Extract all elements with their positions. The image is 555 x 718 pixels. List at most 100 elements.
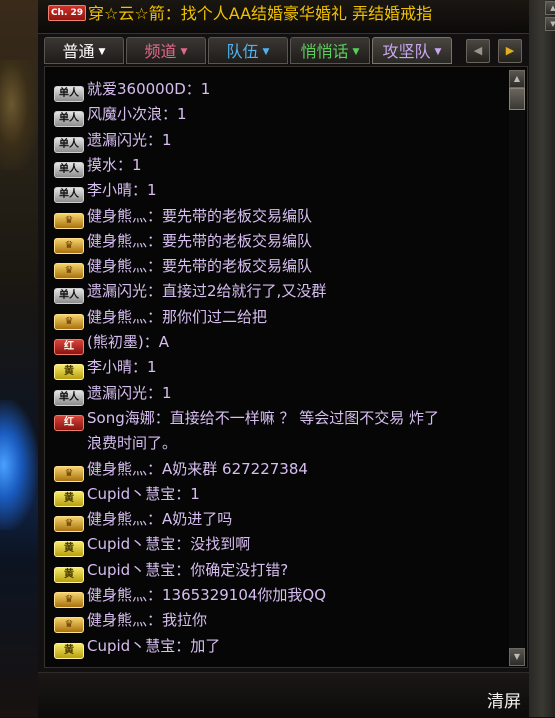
chat-message-text: 健身熊灬：我拉你 (87, 611, 208, 630)
chat-message-text: 健身熊灬：要先带的老板交易编队 (87, 231, 313, 250)
crown-icon: ♛ (54, 237, 84, 254)
chat-message: ♛ 健身熊灬：那你们过二给把 (54, 305, 267, 330)
tab-label: 队伍 (226, 42, 259, 61)
chat-message: 单人 遗漏闪光：1 (54, 128, 172, 153)
chat-message: 单人 遗漏闪光：直接过2给就行了,又没群 (54, 279, 327, 305)
chat-message-text: 健身熊灬：A奶来群 627227384 (87, 459, 308, 478)
chevron-down-icon: ▼ (98, 47, 106, 57)
chat-message: 黄 Cupid丶慧宝：1 (54, 482, 200, 507)
chat-message-text: Cupid丶慧宝：加了 (87, 636, 221, 655)
chat-message-text: 健身熊灬：A奶进了吗 (87, 510, 233, 529)
chat-message-text: 摸水：1 (87, 155, 142, 174)
chat-message: 浪费时间了。 (87, 431, 177, 455)
tab-normal[interactable]: 普通 ▼ (44, 37, 124, 64)
single-tag-badge: 单人 (54, 161, 84, 178)
chat-message-text: 浪费时间了。 (87, 434, 178, 453)
chat-message: 红 Song海娜：直接给不一样嘛 ？ 等会过图不交易 炸了 (54, 406, 439, 431)
chat-message-text: 遗漏闪光：1 (87, 130, 172, 149)
chat-message: 单人 风魔小次浪：1 (54, 102, 187, 128)
chat-footer: 清屏 (38, 672, 529, 718)
scroll-up-icon[interactable]: ▲ (509, 70, 525, 88)
tab-channel[interactable]: 频道 ▼ (126, 37, 206, 64)
crown-icon: ♛ (54, 313, 84, 330)
chat-message-text: 李小晴：1 (87, 358, 157, 377)
crown-icon: ♛ (54, 592, 84, 608)
game-scene-left-edge (0, 0, 38, 717)
crown-icon: ♛ (54, 212, 84, 229)
chat-log[interactable]: 单人 就爱360000D：1 单人 风魔小次浪：1 单人 遗漏闪光：1 单人 摸水：1 单人 李小… (44, 66, 528, 668)
chat-message: ♛ 健身熊灬：要先带的老板交易编队 (54, 254, 313, 280)
broadcast-bar: Ch. 29 穿☆云☆箭：找个人AA结婚豪华婚礼 弄结婚戒指 ▲ ▼ (38, 0, 555, 34)
chevron-down-icon: ▼ (434, 47, 442, 57)
crown-icon: ♛ (54, 465, 84, 482)
chat-message: 黄 Cupid丶慧宝：没找到啊 (54, 532, 251, 558)
chat-message-text: 健身熊灬：要先带的老板交易编队 (87, 257, 313, 276)
chat-message: 黄 Cupid丶慧宝：加了 (54, 634, 220, 659)
chat-message: ♛ 健身熊灬：A奶来群 627227384 (54, 457, 308, 482)
scroll-up-icon[interactable]: ▲ (545, 1, 555, 15)
chevron-down-icon: ▼ (352, 47, 360, 57)
tab-raid[interactable]: 攻坚队 ▼ (372, 37, 452, 64)
chevron-down-icon: ▼ (262, 47, 270, 57)
tab-label: 普通 (62, 42, 95, 61)
scroll-down-icon[interactable]: ▼ (545, 17, 555, 31)
chat-message: ♛ 健身熊灬：要先带的老板交易编队 (54, 229, 312, 254)
tab-label: 悄悄话 (300, 42, 349, 61)
chat-message: ♛ 健身熊灬：A奶进了吗 (54, 507, 233, 533)
scroll-thumb[interactable] (509, 88, 525, 110)
chat-message-text: (熊初墨)：A (87, 333, 169, 351)
chat-message-text: Song海娜：直接给不一样嘛 ？ 等会过图不交易 炸了 (87, 408, 440, 427)
hong-tag-badge: 红 (54, 414, 84, 431)
chat-message: 红 (熊初墨)：A (54, 330, 169, 355)
tab-party[interactable]: 队伍 ▼ (208, 37, 288, 64)
chat-message-text: 就爱360000D：1 (87, 80, 211, 98)
chat-message-text: 健身熊灬：那你们过二给把 (87, 307, 268, 326)
chat-message-text: 遗漏闪光：1 (87, 383, 172, 402)
chat-scrollbar[interactable]: ▲ ▼ (509, 68, 525, 666)
tab-label: 频道 (144, 42, 177, 61)
crown-icon: ♛ (54, 516, 84, 533)
tab-scroll-left-icon[interactable]: ◀ (466, 39, 490, 63)
tab-whisper[interactable]: 悄悄话 ▼ (290, 37, 370, 64)
chat-message-text: Cupid丶慧宝：你确定没打错? (87, 560, 289, 579)
chat-message: 单人 李小晴：1 (54, 178, 157, 204)
broadcast-message: 穿☆云☆箭：找个人AA结婚豪华婚礼 弄结婚戒指 (88, 4, 433, 23)
huang-tag-badge: 黄 (54, 566, 84, 583)
chat-message: ♛ 健身熊灬：我拉你 (54, 608, 208, 634)
chat-message: 单人 摸水：1 (54, 153, 142, 178)
hong-tag-badge: 红 (54, 339, 84, 355)
single-tag-badge: 单人 (54, 86, 84, 102)
single-tag-badge: 单人 (54, 136, 84, 153)
channel-badge: Ch. 29 (48, 5, 86, 21)
scroll-down-icon[interactable]: ▼ (509, 648, 525, 666)
chat-message: 单人 就爱360000D：1 (54, 77, 210, 102)
single-tag-badge: 单人 (54, 187, 84, 204)
crown-icon: ♛ (54, 263, 84, 280)
blue-portal-glow (0, 400, 38, 530)
clear-screen-button[interactable]: 清屏 (487, 687, 521, 712)
huang-tag-badge: 黄 (54, 642, 84, 659)
chat-message: 黄 Cupid丶慧宝：你确定没打错? (54, 558, 288, 583)
tab-label: 攻坚队 (382, 42, 431, 61)
chat-message-text: 遗漏闪光：直接过2给就行了,又没群 (87, 282, 327, 301)
single-tag-badge: 单人 (54, 111, 84, 128)
chat-message: 单人 遗漏闪光：1 (54, 381, 172, 406)
chat-message-text: Cupid丶慧宝：1 (87, 484, 200, 503)
huang-tag-badge: 黄 (54, 541, 84, 558)
scene-ornament (0, 60, 38, 170)
chat-message: ♛ 健身熊灬：要先带的老板交易编队 (54, 204, 312, 229)
chat-message: 黄李小晴：1 (54, 355, 157, 381)
chat-message-text: Cupid丶慧宝：没找到啊 (87, 535, 251, 554)
right-frame-rail (529, 0, 555, 717)
chat-message: ♛ 健身熊灬：1365329104你加我QQ (54, 583, 326, 608)
tab-scroll-right-icon[interactable]: ▶ (498, 39, 522, 63)
chat-message-text: 风魔小次浪：1 (87, 105, 187, 124)
crown-icon: ♛ (54, 617, 84, 634)
broadcast-scroller[interactable]: ▲ ▼ (545, 0, 555, 31)
huang-tag-badge: 黄 (54, 364, 84, 381)
chat-message-text: 李小晴：1 (87, 181, 157, 200)
chat-message-text: 健身熊灬：要先带的老板交易编队 (87, 206, 313, 225)
single-tag-badge: 单人 (54, 389, 84, 406)
chevron-down-icon: ▼ (180, 47, 188, 57)
huang-tag-badge: 黄 (54, 490, 84, 507)
